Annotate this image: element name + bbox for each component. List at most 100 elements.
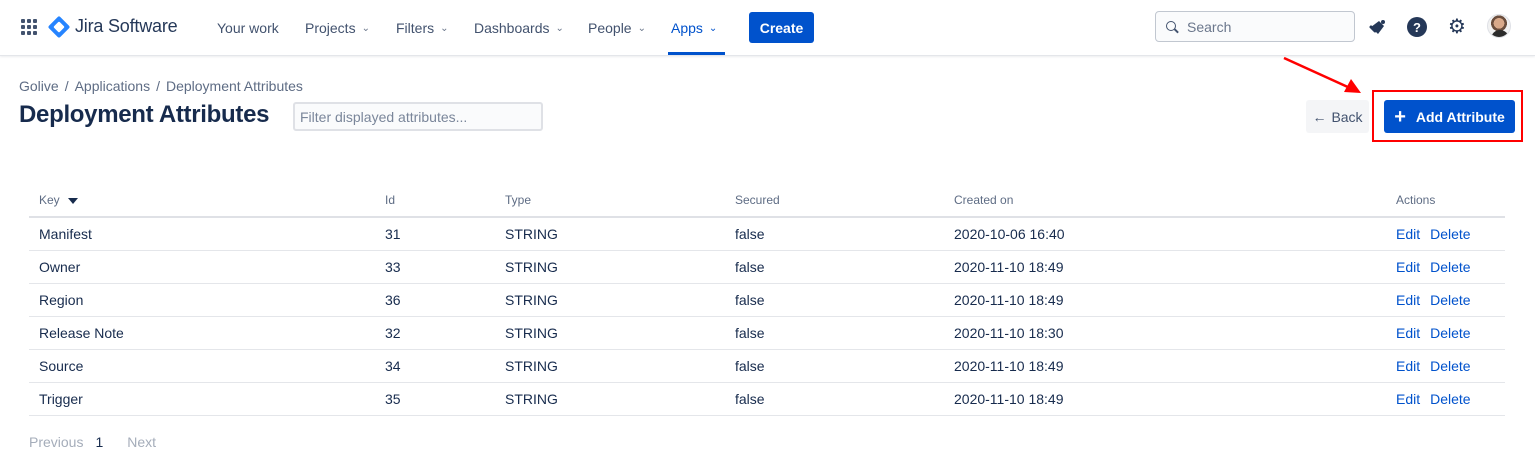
cell-id: 35 bbox=[375, 382, 495, 416]
cell-key: Release Note bbox=[29, 316, 375, 350]
nav-label: People bbox=[588, 20, 632, 36]
cell-actions: Edit Delete bbox=[1386, 250, 1505, 284]
delete-link[interactable]: Delete bbox=[1430, 259, 1470, 275]
avatar[interactable] bbox=[1487, 14, 1511, 38]
chevron-down-icon: ⌄ bbox=[555, 22, 564, 34]
edit-link[interactable]: Edit bbox=[1396, 358, 1420, 374]
settings-button[interactable]: ⚙ bbox=[1446, 16, 1468, 38]
pagination-next[interactable]: Next bbox=[127, 434, 156, 450]
arrow-left-icon: ← bbox=[1312, 108, 1327, 125]
cell-type: STRING bbox=[495, 316, 725, 350]
header-label: Key bbox=[39, 193, 60, 207]
nav-label: Filters bbox=[396, 20, 435, 36]
table-row: Owner 33 STRING false 2020-11-10 18:49 E… bbox=[29, 250, 1505, 284]
breadcrumb-deployment-attributes[interactable]: Deployment Attributes bbox=[166, 78, 303, 94]
create-button[interactable]: Create bbox=[749, 12, 814, 43]
active-nav-indicator bbox=[668, 52, 725, 55]
search-icon bbox=[1166, 20, 1178, 33]
cell-secured: false bbox=[725, 382, 944, 416]
table-row: Manifest 31 STRING false 2020-10-06 16:4… bbox=[29, 217, 1505, 251]
cell-type: STRING bbox=[495, 250, 725, 284]
top-navigation: Jira Software Your work Projects ⌄ Filte… bbox=[0, 0, 1535, 56]
delete-link[interactable]: Delete bbox=[1430, 325, 1470, 341]
delete-link[interactable]: Delete bbox=[1430, 226, 1470, 242]
nav-your-work[interactable]: Your work bbox=[217, 18, 279, 38]
cell-created: 2020-10-06 16:40 bbox=[944, 217, 1386, 251]
notifications-button[interactable] bbox=[1367, 16, 1389, 38]
chevron-down-icon: ⌄ bbox=[637, 22, 646, 34]
cell-id: 34 bbox=[375, 349, 495, 383]
nav-apps[interactable]: Apps ⌄ bbox=[671, 18, 717, 38]
cell-actions: Edit Delete bbox=[1386, 217, 1505, 251]
nav-label: Projects bbox=[305, 20, 356, 36]
help-button[interactable]: ? bbox=[1406, 16, 1428, 38]
edit-link[interactable]: Edit bbox=[1396, 292, 1420, 308]
cell-actions: Edit Delete bbox=[1386, 283, 1505, 317]
gear-icon: ⚙ bbox=[1448, 16, 1466, 38]
cell-id: 31 bbox=[375, 217, 495, 251]
jira-logo[interactable]: Jira Software bbox=[47, 15, 178, 38]
cell-type: STRING bbox=[495, 349, 725, 383]
header-id: Id bbox=[375, 184, 495, 218]
nav-label: Apps bbox=[671, 20, 703, 36]
pagination-page-1[interactable]: 1 bbox=[95, 434, 103, 450]
back-label: Back bbox=[1331, 108, 1363, 125]
nav-people[interactable]: People ⌄ bbox=[588, 18, 646, 38]
delete-link[interactable]: Delete bbox=[1430, 358, 1470, 374]
delete-link[interactable]: Delete bbox=[1430, 292, 1470, 308]
cell-secured: false bbox=[725, 250, 944, 284]
back-button[interactable]: ← Back bbox=[1306, 100, 1369, 133]
chevron-down-icon: ⌄ bbox=[440, 22, 449, 34]
logo-text: Jira Software bbox=[75, 16, 178, 36]
table-row: Release Note 32 STRING false 2020-11-10 … bbox=[29, 316, 1505, 350]
cell-created: 2020-11-10 18:49 bbox=[944, 349, 1386, 383]
edit-link[interactable]: Edit bbox=[1396, 391, 1420, 407]
edit-link[interactable]: Edit bbox=[1396, 259, 1420, 275]
cell-type: STRING bbox=[495, 283, 725, 317]
pagination: Previous 1 Next bbox=[29, 434, 156, 450]
cell-created: 2020-11-10 18:30 bbox=[944, 316, 1386, 350]
breadcrumb-separator: / bbox=[64, 78, 69, 94]
cell-secured: false bbox=[725, 283, 944, 317]
table-header-row: Key Id Type Secured Created on Actions bbox=[29, 184, 1505, 218]
edit-link[interactable]: Edit bbox=[1396, 325, 1420, 341]
search-input[interactable] bbox=[1187, 18, 1347, 35]
header-type: Type bbox=[495, 184, 725, 218]
nav-label: Your work bbox=[217, 20, 279, 36]
nav-filters[interactable]: Filters ⌄ bbox=[396, 18, 449, 38]
cell-key: Manifest bbox=[29, 217, 375, 251]
header-created-on: Created on bbox=[944, 184, 1386, 218]
cell-actions: Edit Delete bbox=[1386, 349, 1505, 383]
cell-actions: Edit Delete bbox=[1386, 316, 1505, 350]
app-switcher-icon[interactable] bbox=[21, 19, 37, 35]
nav-dashboards[interactable]: Dashboards ⌄ bbox=[474, 18, 564, 38]
cell-secured: false bbox=[725, 349, 944, 383]
cell-secured: false bbox=[725, 316, 944, 350]
cell-created: 2020-11-10 18:49 bbox=[944, 250, 1386, 284]
cell-actions: Edit Delete bbox=[1386, 382, 1505, 416]
help-icon: ? bbox=[1407, 17, 1427, 37]
search-box[interactable] bbox=[1155, 11, 1355, 42]
header-key[interactable]: Key bbox=[29, 184, 375, 218]
breadcrumb-applications[interactable]: Applications bbox=[75, 78, 151, 94]
nav-projects[interactable]: Projects ⌄ bbox=[305, 18, 370, 38]
cell-secured: false bbox=[725, 217, 944, 251]
nav-label: Dashboards bbox=[474, 20, 550, 36]
cell-id: 36 bbox=[375, 283, 495, 317]
breadcrumb: Golive / Applications / Deployment Attri… bbox=[19, 78, 303, 94]
edit-link[interactable]: Edit bbox=[1396, 226, 1420, 242]
breadcrumb-golive[interactable]: Golive bbox=[19, 78, 59, 94]
header-secured: Secured bbox=[725, 184, 944, 218]
cell-type: STRING bbox=[495, 217, 725, 251]
filter-attributes-input[interactable] bbox=[293, 102, 543, 131]
sort-desc-icon bbox=[67, 197, 78, 204]
pagination-previous[interactable]: Previous bbox=[29, 434, 83, 450]
chevron-down-icon: ⌄ bbox=[361, 22, 370, 34]
megaphone-icon bbox=[1369, 20, 1385, 34]
cell-id: 32 bbox=[375, 316, 495, 350]
cell-id: 33 bbox=[375, 250, 495, 284]
annotation-highlight-box bbox=[1372, 90, 1523, 142]
cell-key: Region bbox=[29, 283, 375, 317]
jira-logo-icon bbox=[47, 15, 71, 38]
delete-link[interactable]: Delete bbox=[1430, 391, 1470, 407]
